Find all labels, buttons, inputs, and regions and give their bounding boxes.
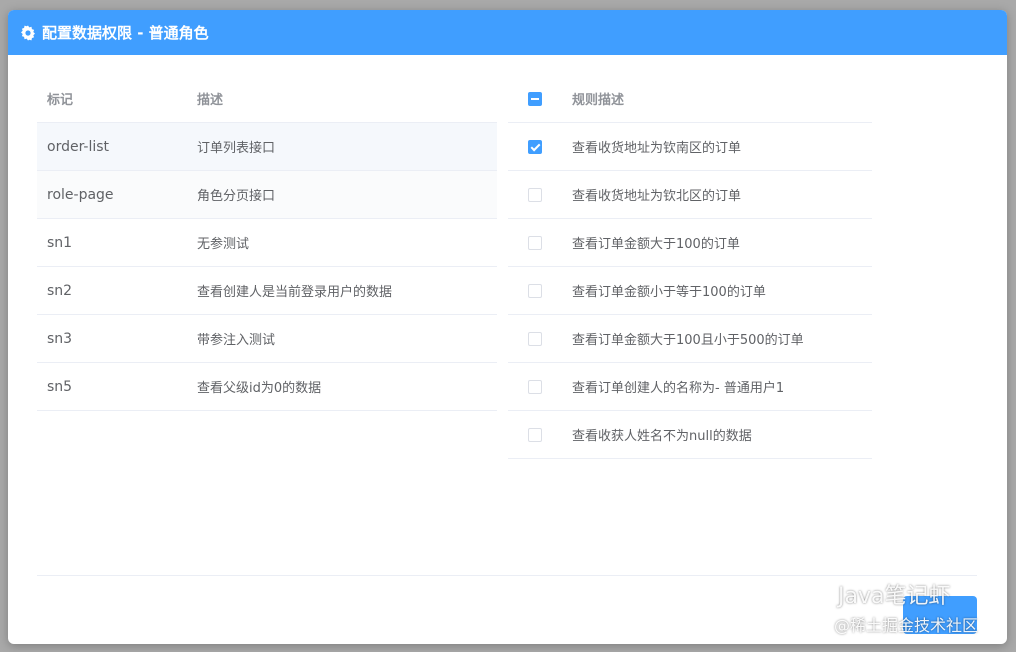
tag-table: 标记 描述 order-list 订单列表接口 role-page 角色分页接口… [37, 75, 497, 411]
tag-table-header: 标记 描述 [37, 75, 497, 123]
row-desc: 带参注入测试 [197, 333, 276, 348]
rule-desc: 查看订单金额大于100且小于500的订单 [572, 333, 804, 348]
rule-desc: 查看订单创建人的名称为- 普通用户1 [572, 381, 785, 396]
dialog-body: 标记 描述 order-list 订单列表接口 role-page 角色分页接口… [8, 55, 1007, 644]
data-permission-dialog: 配置数据权限 - 普通角色 标记 描述 order-list 订单列表接口 ro… [8, 10, 1007, 644]
select-all-checkbox[interactable] [528, 91, 542, 106]
rule-checkbox[interactable] [528, 427, 542, 442]
row-tag: sn2 [47, 282, 73, 299]
table-row[interactable]: 查看收货地址为钦南区的订单 [508, 123, 872, 171]
table-row[interactable]: 查看订单金额大于100的订单 [508, 219, 872, 267]
table-row[interactable]: 查看订单金额小于等于100的订单 [508, 267, 872, 315]
table-row[interactable]: order-list 订单列表接口 [37, 123, 497, 171]
rule-checkbox[interactable] [528, 139, 542, 154]
row-tag: order-list [47, 138, 110, 155]
row-desc: 订单列表接口 [197, 141, 276, 156]
rule-checkbox[interactable] [528, 331, 542, 346]
row-desc: 查看父级id为0的数据 [197, 381, 322, 396]
table-row[interactable]: 查看订单金额大于100且小于500的订单 [508, 315, 872, 363]
row-desc: 无参测试 [197, 237, 250, 252]
rule-table-header: 规则描述 [508, 75, 872, 123]
rule-checkbox[interactable] [528, 187, 542, 202]
footer-divider [37, 575, 977, 576]
table-row[interactable]: 查看收货地址为钦北区的订单 [508, 171, 872, 219]
table-row[interactable]: sn3 带参注入测试 [37, 315, 497, 363]
rule-table: 规则描述 查看收货地址为钦南区的订单 查看收货地址为钦北区的订单 查看订单金额大… [508, 75, 872, 459]
gear-icon [21, 25, 35, 40]
table-row[interactable]: 查看收获人姓名不为null的数据 [508, 411, 872, 459]
rule-desc: 查看订单金额大于100的订单 [572, 237, 740, 252]
dialog-header: 配置数据权限 - 普通角色 [8, 10, 1007, 55]
table-row[interactable]: sn1 无参测试 [37, 219, 497, 267]
rule-desc: 查看收货地址为钦南区的订单 [572, 141, 742, 156]
row-tag: sn1 [47, 234, 73, 251]
table-row[interactable]: sn5 查看父级id为0的数据 [37, 363, 497, 411]
header-tag: 标记 [47, 93, 74, 108]
rule-desc: 查看订单金额小于等于100的订单 [572, 285, 766, 300]
row-desc: 查看创建人是当前登录用户的数据 [197, 285, 393, 300]
header-desc: 描述 [197, 93, 224, 108]
confirm-button[interactable] [903, 596, 977, 634]
row-tag: role-page [47, 186, 114, 203]
header-rule: 规则描述 [572, 93, 625, 108]
rule-desc: 查看收货地址为钦北区的订单 [572, 189, 742, 204]
rule-checkbox[interactable] [528, 235, 542, 250]
table-row[interactable]: sn2 查看创建人是当前登录用户的数据 [37, 267, 497, 315]
row-tag: sn3 [47, 330, 73, 347]
rule-checkbox[interactable] [528, 283, 542, 298]
table-row[interactable]: 查看订单创建人的名称为- 普通用户1 [508, 363, 872, 411]
row-tag: sn5 [47, 378, 73, 395]
rule-checkbox[interactable] [528, 379, 542, 394]
row-desc: 角色分页接口 [197, 189, 276, 204]
table-row[interactable]: role-page 角色分页接口 [37, 171, 497, 219]
rule-desc: 查看收获人姓名不为null的数据 [572, 429, 752, 444]
dialog-title: 配置数据权限 - 普通角色 [42, 24, 209, 42]
